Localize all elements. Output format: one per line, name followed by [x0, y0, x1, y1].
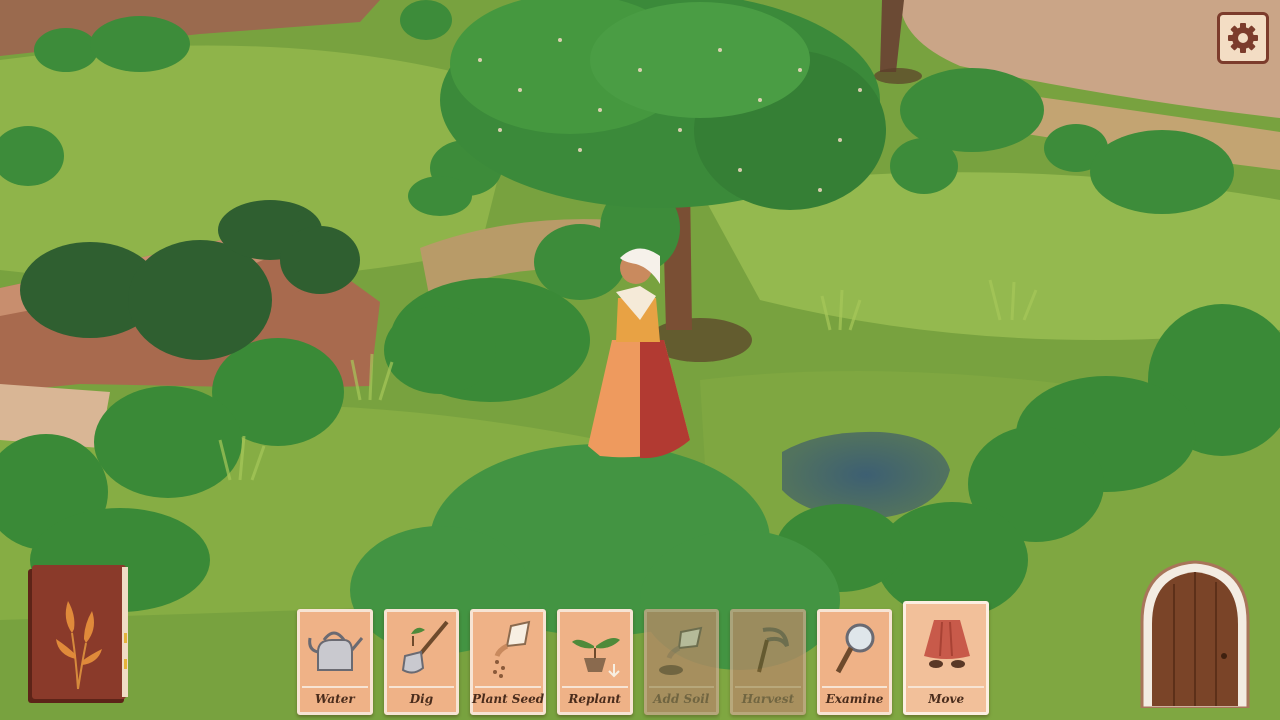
tool-label: Move	[908, 686, 984, 710]
gear-icon	[1228, 23, 1258, 53]
tool-dig-button[interactable]: Dig	[383, 609, 460, 715]
tool-label: Harvest	[735, 686, 801, 710]
tool-label: Water	[302, 686, 368, 710]
exit-door-button[interactable]	[1138, 560, 1252, 710]
shovel-icon	[401, 620, 449, 674]
tool-water-button[interactable]: Water	[297, 609, 373, 715]
tool-replant-button[interactable]: Replant	[556, 609, 633, 715]
iris-book-icon	[28, 565, 128, 703]
tool-harvest-button[interactable]: Harvest	[730, 609, 806, 715]
potted-plant-icon	[571, 638, 620, 678]
watering-can-icon	[308, 631, 364, 671]
tool-plant-seed-button[interactable]: Plant Seed	[470, 609, 546, 715]
tool-move-button[interactable]: Move	[903, 601, 989, 715]
tool-label: Plant Seed	[472, 686, 544, 710]
settings-button[interactable]	[1217, 12, 1269, 64]
tool-label: Dig	[388, 686, 455, 710]
tool-add-soil-button[interactable]: Add Soil	[643, 609, 720, 715]
wooden-door-icon	[1140, 560, 1250, 710]
tool-label: Examine	[821, 686, 888, 710]
tree-shadow	[874, 68, 922, 84]
sickle-icon	[757, 627, 790, 673]
skirt-feet-icon	[924, 620, 971, 668]
journal-book-button[interactable]	[28, 563, 132, 705]
seed-packet-icon	[493, 620, 531, 678]
soil-bag-icon	[658, 626, 702, 675]
tool-examine-button[interactable]: Examine	[816, 609, 893, 715]
magnifying-glass-icon	[835, 623, 875, 674]
tool-bar: Water Dig Plant Seed Replant Add Soil Ha…	[297, 601, 989, 715]
tool-label: Add Soil	[648, 686, 715, 710]
tool-label: Replant	[561, 686, 628, 710]
